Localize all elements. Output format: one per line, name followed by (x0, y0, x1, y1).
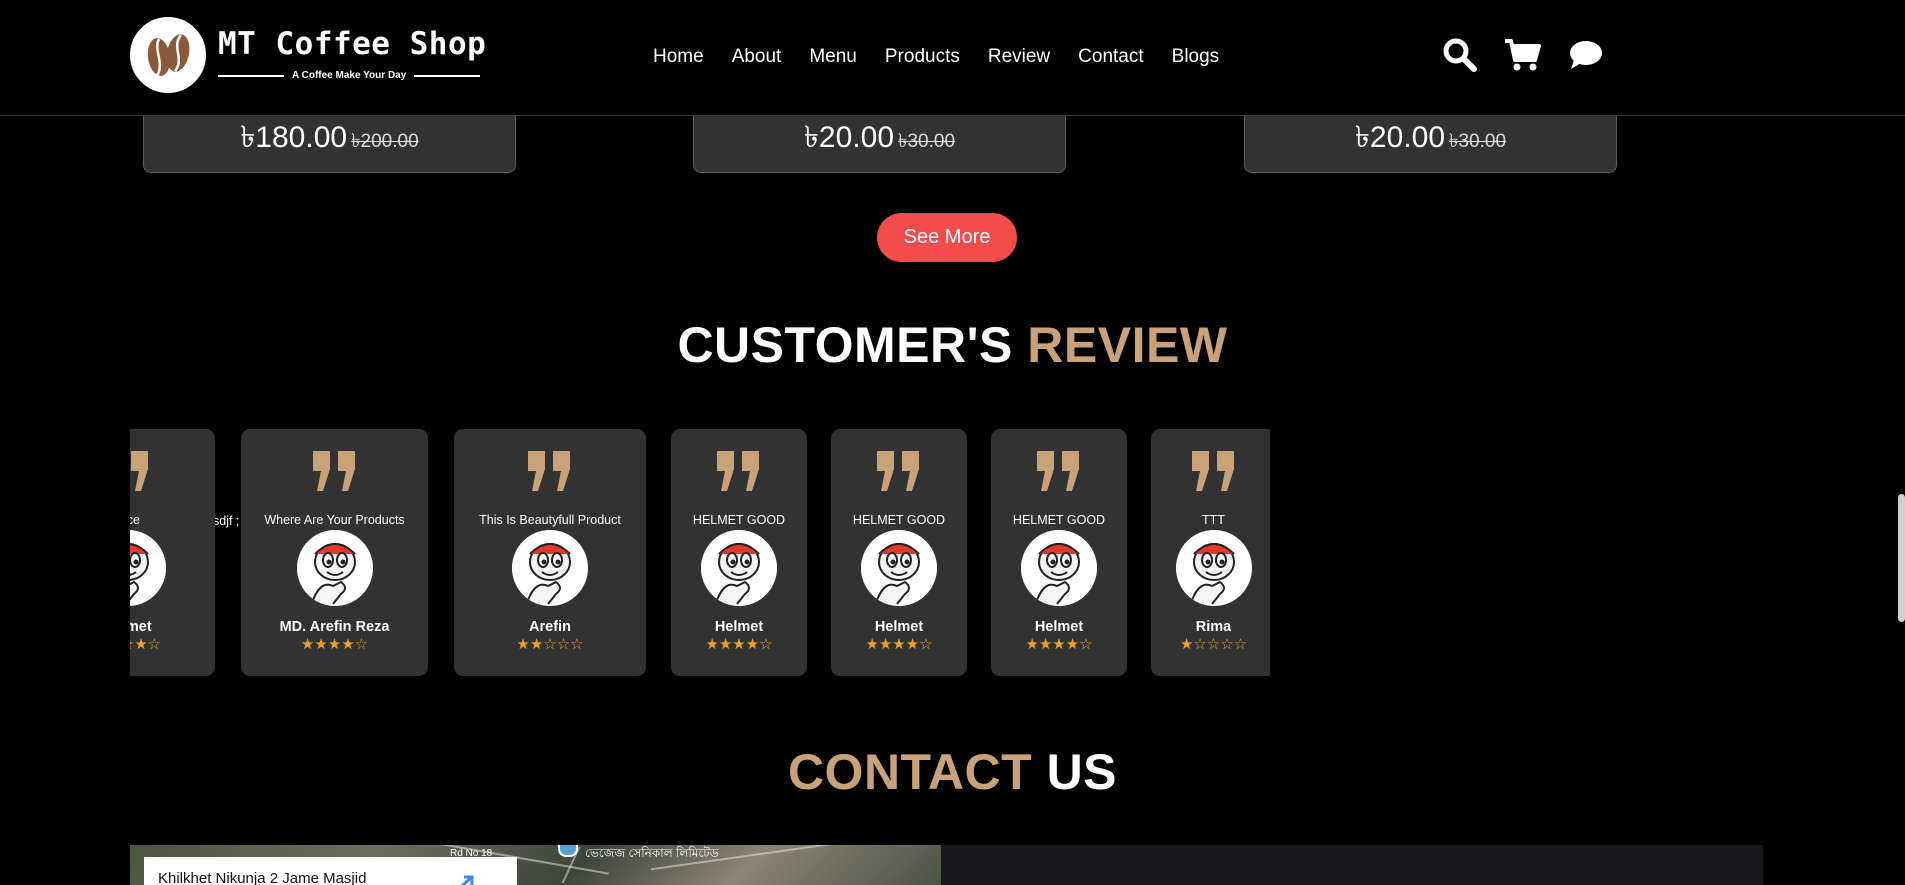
review-card[interactable]: HELMET GOOD Helmet ★★★★☆ (671, 429, 807, 676)
cart-icon[interactable] (1504, 38, 1542, 72)
reviewer-avatar (130, 530, 166, 606)
old-price: ৳30.00 (898, 131, 956, 152)
see-more-button[interactable]: See More (877, 213, 1017, 262)
nav-menu[interactable]: Menu (809, 46, 857, 68)
nav-blogs[interactable]: Blogs (1172, 46, 1220, 68)
price-row: ৳20.00 ৳30.00 (1245, 113, 1616, 164)
reviewer-avatar (296, 530, 373, 606)
site-header: MT Coffee Shop A Coffee Make Your Day Ho… (0, 0, 1905, 116)
nav-products[interactable]: Products (885, 46, 960, 68)
coffee-bean-logo-icon[interactable] (130, 17, 206, 93)
price: ৳180.00 (240, 121, 348, 154)
review-carousel[interactable]: NiceHelmet★★★★☆Where Are Your ProductsMD… (130, 429, 1270, 679)
quote-icon (875, 451, 923, 498)
star-rating: ★★★★☆ (705, 636, 773, 653)
star-rating: ★★★★☆ (300, 636, 369, 653)
review-card[interactable]: HELMET GOOD Helmet ★★★★☆ (991, 429, 1127, 676)
map-place-label: ভেজেজ সেনিকাল লিমিটেড (585, 846, 719, 860)
nav-about[interactable]: About (732, 46, 782, 68)
star-rating: ★★☆☆☆ (516, 636, 584, 653)
review-text: TTT (1202, 513, 1225, 527)
price-row: ৳20.00 ৳30.00 (694, 113, 1065, 164)
reviewer-avatar (861, 530, 937, 606)
star-rating: ★★★★☆ (1025, 636, 1093, 653)
quote-icon (311, 451, 359, 498)
contact-section-title: CONTACT US (0, 743, 1905, 801)
reviewer-name: Rima (1195, 619, 1232, 635)
star-rating: ★★★★☆ (130, 636, 162, 653)
quote-icon (1035, 451, 1083, 498)
review-card[interactable]: Nice Helmet★★★★☆ (130, 429, 215, 676)
nav-home[interactable]: Home (653, 46, 704, 68)
title-part: CUSTOMER'S (677, 317, 1013, 373)
reviewer-name: Helmet (874, 619, 924, 635)
title-part-accent: CONTACT (787, 744, 1033, 800)
price-row: ৳180.00 ৳200.00 (144, 113, 515, 164)
review-card[interactable]: TTT Rima ★☆☆☆☆ (1151, 429, 1270, 676)
reviewer-avatar (512, 530, 588, 606)
header-icons (1442, 37, 1604, 73)
divider (414, 74, 481, 77)
quote-icon (526, 451, 574, 498)
reviewer-name: Arefin (529, 619, 571, 635)
reviewer-avatar (701, 530, 777, 606)
brand-tagline-row: A Coffee Make Your Day (218, 70, 486, 81)
nav-contact[interactable]: Contact (1078, 46, 1143, 68)
title-part: US (1046, 744, 1118, 800)
review-card[interactable]: Where Are Your Products MD. Arefin Reza ★★… (241, 429, 428, 676)
review-text: This Is Beautyfull Product (479, 513, 621, 527)
price: ৳20.00 (1354, 121, 1445, 154)
reviewer-name: Helmet (1034, 619, 1084, 635)
old-price: ৳30.00 (1449, 131, 1507, 152)
star-rating: ★★★★☆ (865, 636, 933, 653)
page-scrollbar[interactable] (1898, 494, 1905, 622)
brand: MT Coffee Shop A Coffee Make Your Day (218, 26, 486, 81)
review-text: Where Are Your Products (264, 513, 405, 527)
reviewer-avatar (1175, 530, 1252, 606)
map-place-title: Khilkhet Nikunja 2 Jame Masjid (158, 870, 367, 885)
review-text: HELMET GOOD (1012, 513, 1106, 527)
brand-tagline: A Coffee Make Your Day (292, 70, 407, 81)
map-embed[interactable]: Rd No 18 ভেজেজ সেনিকাল লিমিটেড Khilkhet … (130, 845, 941, 885)
map-place-card: Khilkhet Nikunja 2 Jame Masjid (144, 857, 517, 885)
nav-review[interactable]: Review (988, 46, 1050, 68)
contact-area: Rd No 18 ভেজেজ সেনিকাল লিমিটেড Khilkhet … (130, 845, 1763, 885)
search-icon[interactable] (1442, 37, 1478, 73)
review-text: HELMET GOOD (852, 513, 946, 527)
star-rating: ★☆☆☆☆ (1179, 636, 1248, 653)
reviewer-name: Helmet (130, 619, 152, 635)
quote-icon (715, 451, 763, 498)
brand-title: MT Coffee Shop (218, 26, 487, 62)
review-card[interactable]: This Is Beautyfull Product Arefin ★★☆☆☆ (454, 429, 646, 676)
map-pin-icon[interactable] (558, 845, 578, 857)
old-price: ৳200.00 (351, 131, 419, 152)
chat-icon[interactable] (1568, 39, 1604, 71)
price: ৳20.00 (803, 121, 894, 154)
main-nav: Home About Menu Products Review Contact … (653, 46, 1219, 68)
reviewer-name: MD. Arefin Reza (279, 619, 390, 635)
quote-icon (130, 451, 152, 498)
reviewer-name: Helmet (714, 619, 764, 635)
directions-icon[interactable] (452, 871, 478, 885)
quote-icon (1190, 451, 1238, 498)
review-card[interactable]: HELMET GOOD Helmet ★★★★☆ (831, 429, 967, 676)
review-section-title: CUSTOMER'S REVIEW (0, 316, 1905, 374)
title-part-accent: REVIEW (1027, 317, 1228, 373)
reviewer-avatar (1021, 530, 1097, 606)
divider (218, 74, 284, 77)
review-text: Nice (130, 513, 140, 527)
review-text: HELMET GOOD (692, 513, 786, 527)
